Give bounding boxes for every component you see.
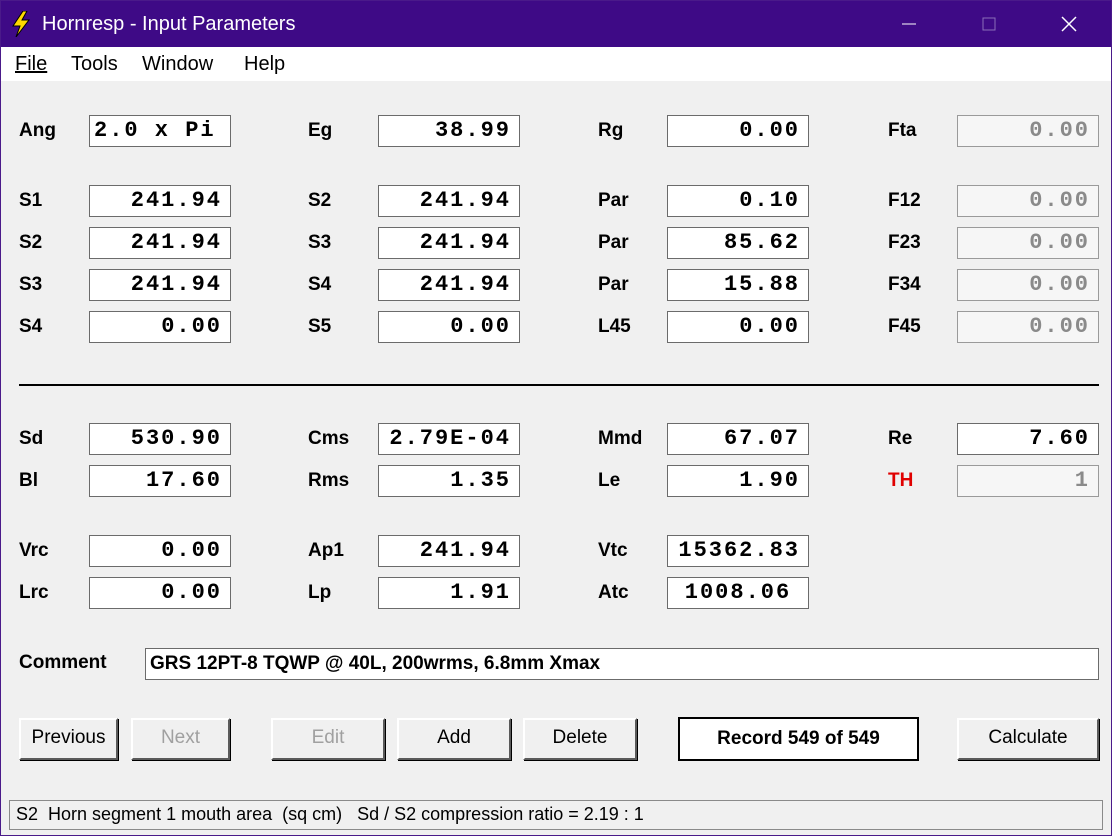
- s3-field[interactable]: 241.94: [378, 227, 520, 259]
- minimize-icon: [902, 23, 916, 25]
- record-counter: Record 549 of 549: [678, 717, 919, 761]
- label-th: TH: [888, 470, 914, 491]
- s4-field[interactable]: 241.94: [378, 269, 520, 301]
- label-par2: Par: [598, 232, 629, 253]
- previous-button[interactable]: Previous: [19, 718, 118, 760]
- label-s4: S4: [308, 274, 332, 295]
- label-lp: Lp: [308, 582, 332, 603]
- menu-tools[interactable]: Tools: [71, 53, 118, 76]
- sd-field[interactable]: 530.90: [89, 423, 231, 455]
- edit-button: Edit: [271, 718, 385, 760]
- label-eg: Eg: [308, 120, 333, 141]
- hornresp-window: Hornresp - Input Parameters File Tools W…: [0, 0, 1112, 836]
- label-rg: Rg: [598, 120, 624, 141]
- vtc-field[interactable]: 15362.83: [667, 535, 809, 567]
- lp-field[interactable]: 1.91: [378, 577, 520, 609]
- maximize-button: [951, 1, 1027, 47]
- label-ap1: Ap1: [308, 540, 344, 561]
- par3-field[interactable]: 15.88: [667, 269, 809, 301]
- f12-field: 0.00: [957, 185, 1099, 217]
- label-comment: Comment: [19, 652, 107, 673]
- label-f23: F23: [888, 232, 921, 253]
- minimize-button[interactable]: [871, 1, 947, 47]
- f45-field: 0.00: [957, 311, 1099, 343]
- re-field[interactable]: 7.60: [957, 423, 1099, 455]
- atc-field[interactable]: 1008.06: [667, 577, 809, 609]
- add-button[interactable]: Add: [397, 718, 511, 760]
- fta-field: 0.00: [957, 115, 1099, 147]
- label-atc: Atc: [598, 582, 629, 603]
- window-title: Hornresp - Input Parameters: [42, 13, 296, 35]
- menu-help[interactable]: Help: [244, 53, 285, 76]
- par2-field[interactable]: 85.62: [667, 227, 809, 259]
- label-lrc: Lrc: [19, 582, 49, 603]
- label-par1: Par: [598, 190, 629, 211]
- menu-window[interactable]: Window: [142, 53, 213, 76]
- th-field: 1: [957, 465, 1099, 497]
- le-field[interactable]: 1.90: [667, 465, 809, 497]
- menu-bar: File Tools Window Help: [1, 47, 1111, 81]
- close-icon: [1061, 16, 1077, 32]
- label-par3: Par: [598, 274, 629, 295]
- s2-row3-field[interactable]: 241.94: [89, 227, 231, 259]
- next-button: Next: [131, 718, 230, 760]
- section-divider: [19, 384, 1099, 386]
- l45-field[interactable]: 0.00: [667, 311, 809, 343]
- f34-field: 0.00: [957, 269, 1099, 301]
- label-bl: Bl: [19, 470, 38, 491]
- eg-field[interactable]: 38.99: [378, 115, 520, 147]
- s2-field[interactable]: 241.94: [378, 185, 520, 217]
- f23-field: 0.00: [957, 227, 1099, 259]
- cms-field[interactable]: 2.79E-04: [378, 423, 520, 455]
- vrc-field[interactable]: 0.00: [89, 535, 231, 567]
- status-bar: S2 Horn segment 1 mouth area (sq cm) Sd …: [9, 800, 1103, 830]
- label-cms: Cms: [308, 428, 350, 449]
- s4-row5-field[interactable]: 0.00: [89, 311, 231, 343]
- label-s2: S2: [308, 190, 332, 211]
- maximize-icon: [982, 17, 996, 31]
- label-f12: F12: [888, 190, 921, 211]
- calculate-button[interactable]: Calculate: [957, 718, 1099, 760]
- delete-button[interactable]: Delete: [523, 718, 637, 760]
- label-vtc: Vtc: [598, 540, 628, 561]
- label-f45: F45: [888, 316, 921, 337]
- lightning-bolt-icon: [10, 10, 32, 38]
- lrc-field[interactable]: 0.00: [89, 577, 231, 609]
- label-ang: Ang: [19, 120, 56, 141]
- label-s4-row5: S4: [19, 316, 43, 337]
- label-f34: F34: [888, 274, 921, 295]
- comment-field[interactable]: GRS 12PT-8 TQWP @ 40L, 200wrms, 6.8mm Xm…: [145, 648, 1099, 680]
- rms-field[interactable]: 1.35: [378, 465, 520, 497]
- label-fta: Fta: [888, 120, 917, 141]
- label-s5: S5: [308, 316, 332, 337]
- label-s1: S1: [19, 190, 43, 211]
- mmd-field[interactable]: 67.07: [667, 423, 809, 455]
- label-l45: L45: [598, 316, 631, 337]
- label-le: Le: [598, 470, 621, 491]
- label-vrc: Vrc: [19, 540, 49, 561]
- par1-field[interactable]: 0.10: [667, 185, 809, 217]
- label-s3: S3: [308, 232, 332, 253]
- s5-field[interactable]: 0.00: [378, 311, 520, 343]
- ap1-field[interactable]: 241.94: [378, 535, 520, 567]
- label-rms: Rms: [308, 470, 350, 491]
- s1-field[interactable]: 241.94: [89, 185, 231, 217]
- label-re: Re: [888, 428, 913, 449]
- s3-row4-field[interactable]: 241.94: [89, 269, 231, 301]
- rg-field[interactable]: 0.00: [667, 115, 809, 147]
- close-button[interactable]: [1031, 1, 1107, 47]
- bl-field[interactable]: 17.60: [89, 465, 231, 497]
- label-s2-row3: S2: [19, 232, 43, 253]
- ang-field[interactable]: 2.0 x Pi: [89, 115, 231, 147]
- label-mmd: Mmd: [598, 428, 643, 449]
- title-bar: Hornresp - Input Parameters: [1, 1, 1111, 47]
- label-s3-row4: S3: [19, 274, 43, 295]
- menu-file[interactable]: File: [15, 53, 47, 76]
- label-sd: Sd: [19, 428, 44, 449]
